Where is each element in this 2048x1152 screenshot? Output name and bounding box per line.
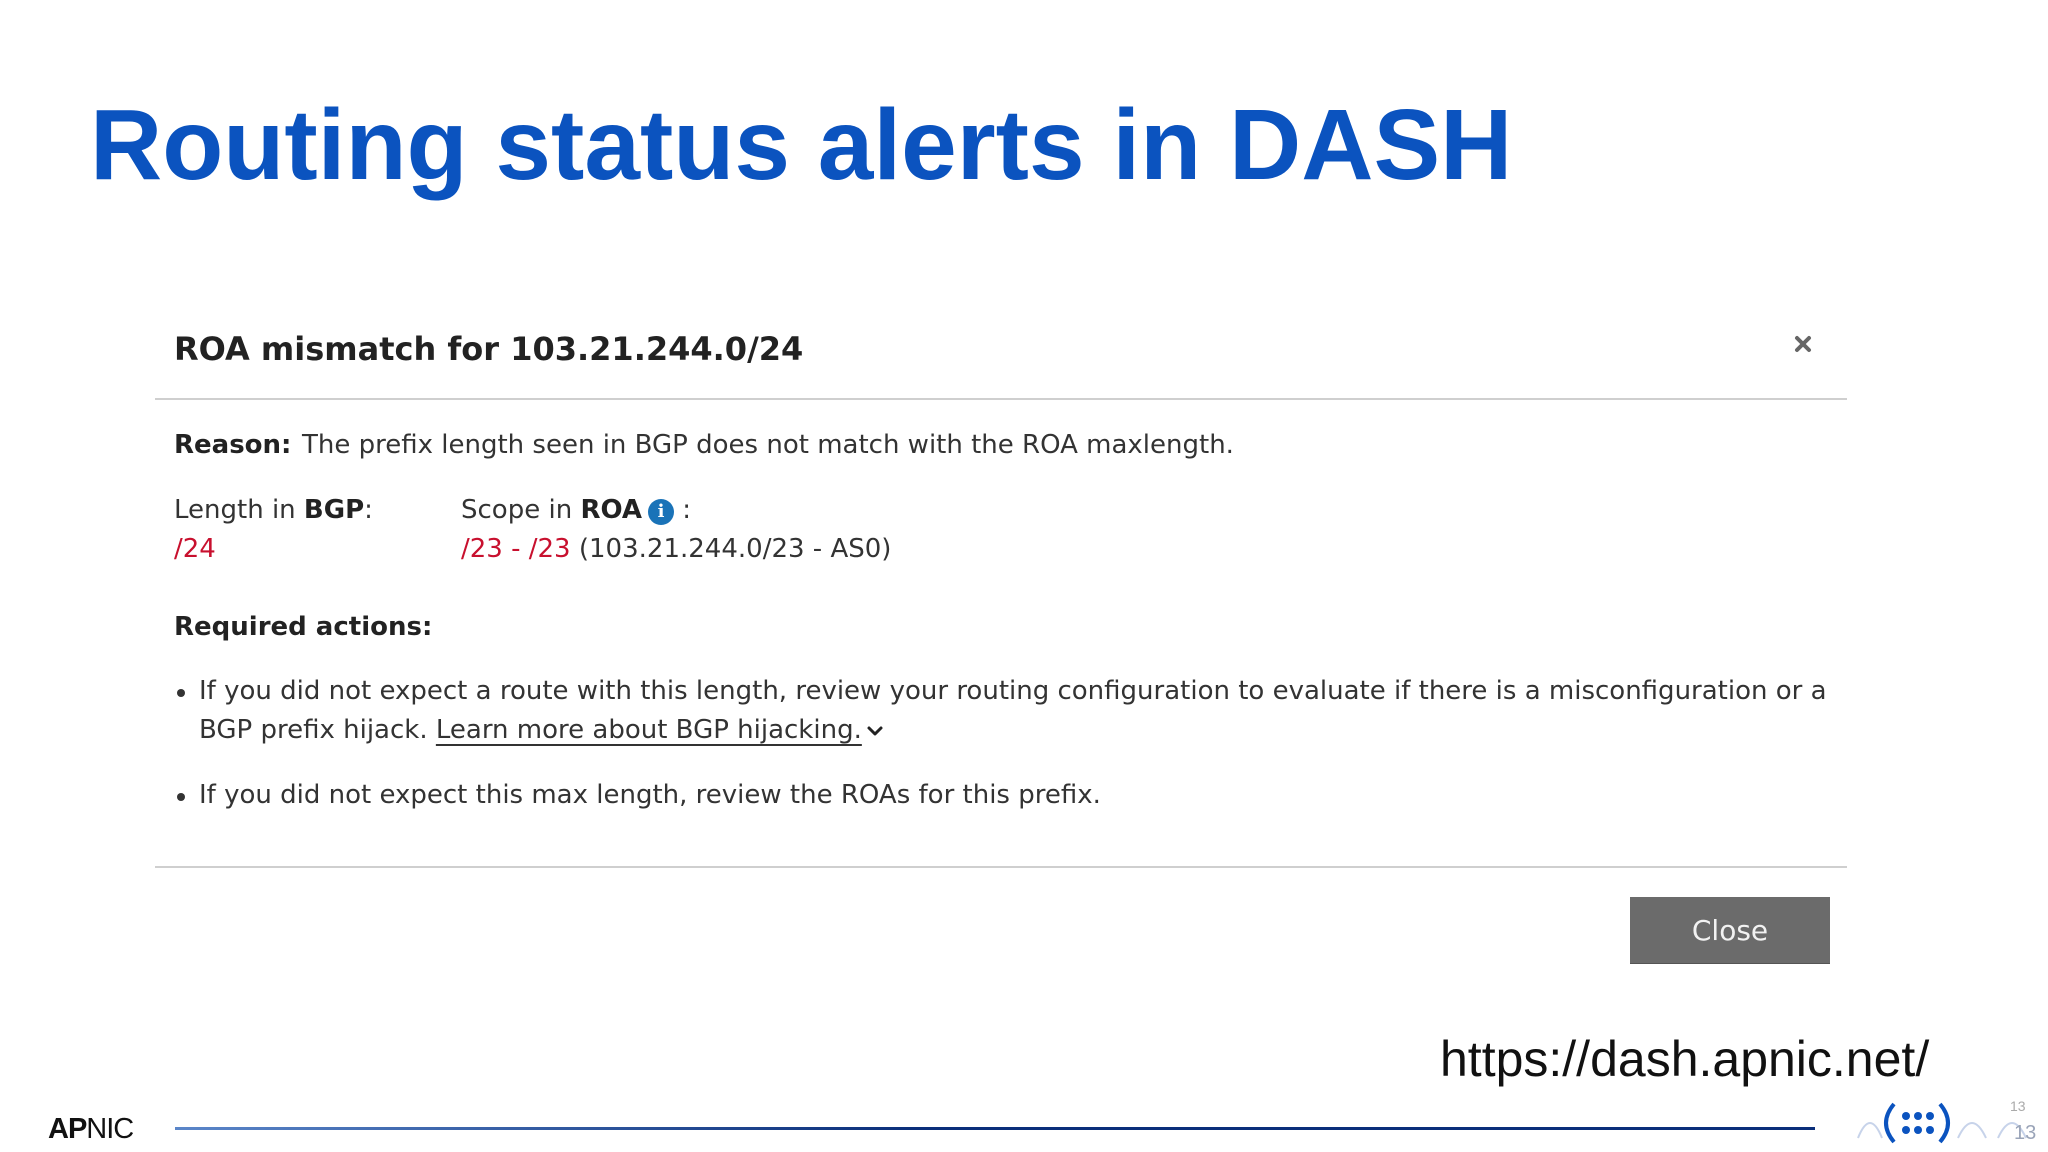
bullet-dot [177,793,185,801]
page-number: 13 [2014,1122,2037,1144]
page-number-faint: 13 [2010,1098,2026,1114]
scope-range: /23 - /23 [461,534,571,564]
scope-detail: (103.21.244.0/23 - AS0) [570,534,892,564]
learn-more-bgp-hijacking-link[interactable]: Learn more about BGP hijacking. [436,715,862,745]
scope-in-roa-label: Scope in ROA i : [461,495,691,525]
apnic-logo-rest: NIC [86,1113,134,1145]
roa-mismatch-dialog: ROA mismatch for 103.21.244.0/24 Reason:… [155,300,1847,980]
length-label-suffix: : [364,495,373,525]
scope-label-suffix: : [673,495,692,525]
slide-title: Routing status alerts in DASH [90,89,1513,201]
action-1-line-2: BGP prefix hijack. Learn more about BGP … [199,715,884,745]
length-in-bgp-value: /24 [174,534,216,564]
reason-label: Reason: [174,430,292,460]
apnic-logo: APNIC [48,1113,134,1146]
apnic-logo-bold: AP [48,1113,87,1145]
info-icon[interactable]: i [647,499,674,525]
dialog-title: ROA mismatch for 103.21.244.0/24 [174,330,804,368]
chevron-down-icon[interactable] [866,717,884,736]
scope-label-prefix: Scope in [461,495,581,525]
action-1-prefix: BGP prefix hijack. [199,715,436,745]
scope-label-roa: ROA [580,495,642,525]
header-divider [155,398,1847,400]
required-actions-label: Required actions: [174,612,433,642]
length-label-prefix: Length in [174,495,304,525]
close-x-icon[interactable] [1789,330,1817,358]
bullet-dot [177,689,185,697]
close-x-icon-graphic [1795,336,1811,352]
dash-url: https://dash.apnic.net/ [1440,1031,1930,1087]
action-2: If you did not expect this max length, r… [199,780,1101,810]
footer-divider [155,866,1847,868]
reason-text: The prefix length seen in BGP does not m… [302,430,1234,460]
action-1-line-1: If you did not expect a route with this … [199,676,1827,706]
scope-in-roa-value: /23 - /23 (103.21.244.0/23 - AS0) [461,534,891,564]
length-label-bgp: BGP [303,495,365,525]
footer-rule [175,1127,1815,1130]
length-in-bgp-label: Length in BGP: [174,495,373,525]
close-button[interactable]: Close [1630,897,1830,963]
